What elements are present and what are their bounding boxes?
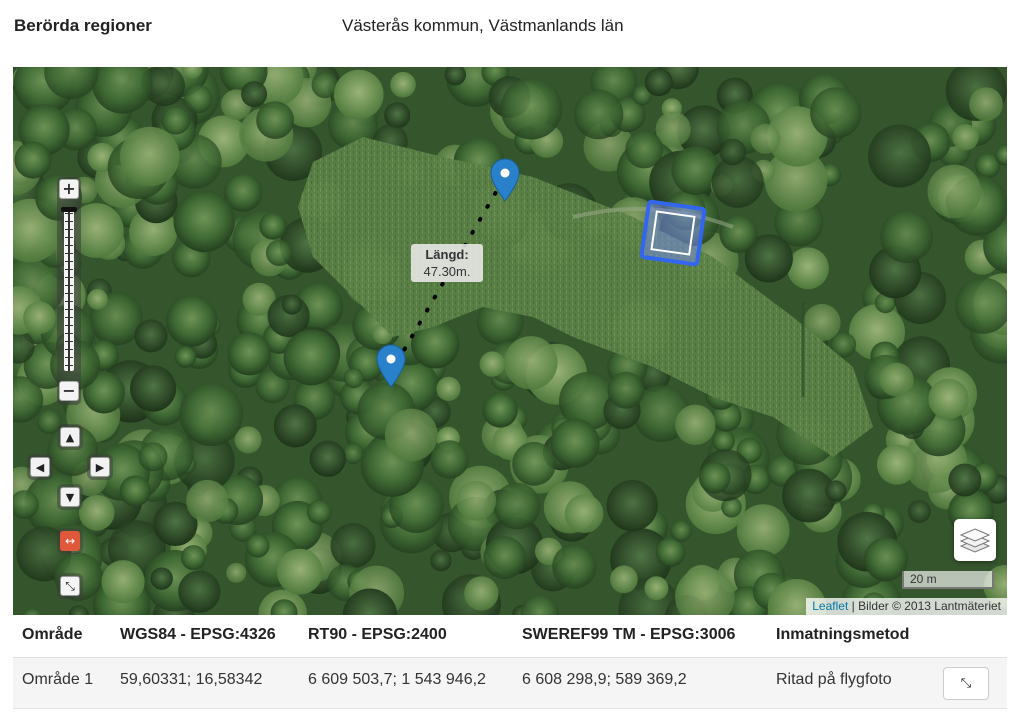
zoom-in-button[interactable]: + [59,179,79,199]
cell-rt90: 6 609 503,7; 1 543 946,2 [308,671,486,688]
cell-sweref: 6 608 298,9; 589 369,2 [522,671,687,688]
map[interactable]: + − ▲ ◀ ▶ ▼ ↔ ⤡ Längd: 47.30m. 20 m Leaf… [13,67,1007,615]
affected-regions-row: Berörda regioner Västerås kommun, Västma… [14,16,1004,38]
measurement-title: Längd: [425,247,469,262]
map-attribution: Leaflet | Bilder © 2013 Lantmäteriet [806,598,1007,615]
cell-wgs84: 59,60331; 16,58342 [120,671,263,688]
zoom-out-button[interactable]: − [59,381,79,401]
col-header-rt90: RT90 - EPSG:2400 [308,626,447,643]
affected-regions-label: Berörda regioner [14,16,152,35]
cell-method: Ritad på flygfoto [776,671,892,688]
measurement-value: 47.30m. [423,264,471,279]
coordinates-table: Område WGS84 - EPSG:4326 RT90 - EPSG:240… [13,615,1007,709]
measure-tool-button[interactable]: ↔ [60,531,80,551]
col-header-omrade: Område [22,626,83,643]
affected-regions-value: Västerås kommun, Västmanlands län [342,16,624,35]
col-header-method: Inmatningsmetod [776,626,910,643]
aerial-imagery [13,67,1007,615]
attribution-text: | Bilder © 2013 Lantmäteriet [848,599,1001,613]
measurement-tooltip: Längd: 47.30m. [411,244,483,282]
zoom-slider[interactable] [61,207,77,371]
pan-control: ▲ ◀ ▶ ▼ [27,424,117,512]
scale-bar: 20 m [902,571,994,589]
zoom-to-area-button[interactable]: ⤡ [943,667,989,700]
drawn-polygon[interactable] [639,199,707,267]
layers-icon [960,528,990,553]
exit-fullscreen-button[interactable]: ⤡ [60,576,80,596]
zoom-control: + − [57,177,81,405]
pan-left-button[interactable]: ◀ [30,457,50,477]
cell-omrade: Område 1 [22,671,94,688]
col-header-sweref: SWEREF99 TM - EPSG:3006 [522,626,736,643]
layers-button[interactable] [954,519,996,561]
col-header-wgs84: WGS84 - EPSG:4326 [120,626,276,643]
table-header-row: Område WGS84 - EPSG:4326 RT90 - EPSG:240… [13,615,1007,658]
pan-down-button[interactable]: ▼ [60,487,80,507]
zoom-slider-handle[interactable] [61,207,77,212]
leaflet-link[interactable]: Leaflet [812,599,848,613]
table-row: Område 1 59,60331; 16,58342 6 609 503,7;… [13,658,1007,709]
pan-right-button[interactable]: ▶ [90,457,110,477]
pan-up-button[interactable]: ▲ [60,427,80,447]
